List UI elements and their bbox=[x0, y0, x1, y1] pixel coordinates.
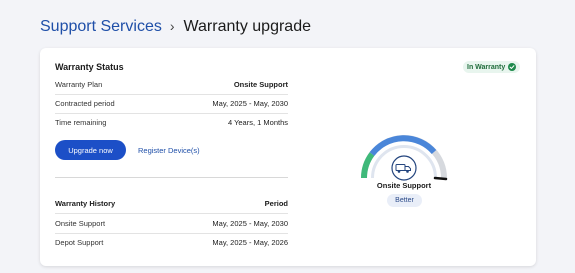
status-row-label: Warranty Plan bbox=[55, 80, 103, 89]
page-title: Warranty upgrade bbox=[183, 18, 311, 35]
history-row-label: Onsite Support bbox=[55, 219, 106, 228]
upgrade-now-button[interactable]: Upgrade now bbox=[55, 140, 126, 160]
in-warranty-badge: In Warranty bbox=[463, 61, 521, 73]
gauge-plan-label: Onsite Support bbox=[376, 181, 432, 190]
history-header-row: Warranty History Period bbox=[55, 194, 288, 214]
history-row-value: May, 2025 - May, 2026 bbox=[212, 238, 288, 247]
warranty-level-gauge bbox=[361, 135, 448, 181]
history-row-depot: Depot Support May, 2025 - May, 2026 bbox=[55, 233, 288, 252]
section-divider bbox=[55, 177, 288, 178]
status-row-value: Onsite Support bbox=[233, 80, 288, 89]
status-row-value: 4 Years, 1 Months bbox=[227, 118, 288, 127]
status-row-label: Contracted period bbox=[55, 99, 115, 108]
history-row-label: Depot Support bbox=[55, 238, 104, 247]
history-heading: Warranty History bbox=[55, 199, 116, 208]
check-circle-icon bbox=[508, 63, 517, 71]
status-row-plan: Warranty Plan Onsite Support bbox=[55, 75, 288, 95]
history-row-onsite: Onsite Support May, 2025 - May, 2030 bbox=[55, 214, 288, 234]
warranty-card: Warranty Status Warranty Plan Onsite Sup… bbox=[40, 48, 536, 266]
register-devices-link[interactable]: Register Device(s) bbox=[138, 146, 200, 155]
breadcrumb: Support Services › Warranty upgrade bbox=[40, 15, 311, 39]
page: Support Services › Warranty upgrade Warr… bbox=[0, 0, 575, 273]
status-row-value: May, 2025 - May, 2030 bbox=[212, 99, 288, 108]
breadcrumb-separator: › bbox=[169, 18, 175, 34]
status-row-period: Contracted period May, 2025 - May, 2030 bbox=[55, 94, 288, 114]
breadcrumb-support-services-link[interactable]: Support Services bbox=[40, 18, 162, 36]
history-row-value: May, 2025 - May, 2030 bbox=[212, 219, 288, 228]
badge-label: In Warranty bbox=[467, 63, 506, 71]
status-row-label: Time remaining bbox=[55, 118, 107, 127]
history-period-column: Period bbox=[264, 199, 288, 208]
warranty-status-heading: Warranty Status bbox=[55, 62, 124, 72]
status-row-remaining: Time remaining 4 Years, 1 Months bbox=[55, 113, 288, 132]
rating-pill: Better bbox=[387, 194, 422, 207]
